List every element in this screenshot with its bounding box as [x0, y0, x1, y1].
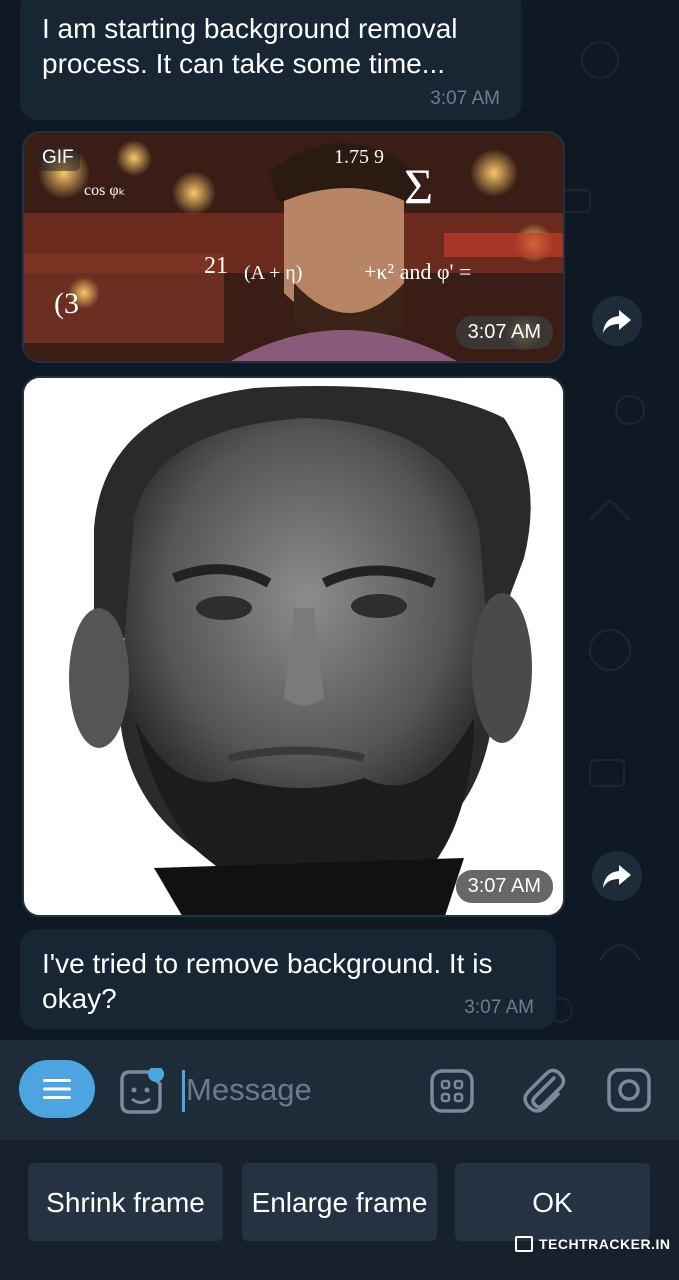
message-input[interactable]: Message: [182, 1068, 412, 1112]
camera-icon: [607, 1068, 651, 1112]
message-time: 3:07 AM: [430, 88, 500, 109]
svg-text:Σ: Σ: [404, 158, 433, 214]
message-time: 3:07 AM: [455, 316, 553, 349]
grid-icon: [430, 1069, 474, 1113]
attach-icon: [523, 1068, 566, 1113]
message-bubble[interactable]: I've tried to remove background. It is o…: [20, 929, 556, 1029]
message-text: I am starting background removal process…: [42, 13, 458, 79]
sticker-button[interactable]: [116, 1066, 164, 1116]
camera-button[interactable]: [606, 1067, 652, 1113]
menu-icon: [43, 1079, 71, 1099]
forward-button[interactable]: [592, 296, 642, 346]
bot-menu-button[interactable]: [19, 1060, 95, 1118]
shrink-frame-button[interactable]: Shrink frame: [28, 1163, 223, 1241]
gif-message[interactable]: cos φₖ 21 (A + η) +κ² and φ' = Σ (3 1.75…: [22, 131, 565, 363]
svg-text:(A + η): (A + η): [244, 262, 302, 284]
forward-button[interactable]: [592, 851, 642, 901]
svg-text:21: 21: [204, 253, 228, 279]
svg-text:cos φₖ: cos φₖ: [84, 182, 125, 199]
forward-icon: [603, 310, 631, 333]
chat-area: I am starting background removal process…: [0, 0, 679, 1040]
portrait-image: [24, 378, 563, 915]
sticker-icon: [120, 1066, 164, 1114]
bot-commands-button[interactable]: [429, 1068, 475, 1114]
message-time: 3:07 AM: [455, 870, 553, 903]
watermark-logo-icon: [515, 1236, 533, 1252]
svg-text:+κ² and φ' =: +κ² and φ' =: [364, 259, 471, 284]
gif-badge: GIF: [36, 145, 80, 171]
message-bubble[interactable]: I am starting background removal process…: [20, 0, 522, 120]
image-message[interactable]: 3:07 AM: [22, 376, 565, 917]
bot-keyboard: Shrink frame Enlarge frame OK: [0, 1140, 679, 1280]
attach-button[interactable]: [520, 1066, 566, 1116]
message-time: 3:07 AM: [464, 997, 534, 1018]
svg-text:1.75 9: 1.75 9: [334, 146, 384, 168]
svg-text:(3: (3: [54, 287, 79, 320]
ok-button[interactable]: OK: [455, 1163, 650, 1241]
message-composer: Message: [0, 1040, 679, 1140]
enlarge-frame-button[interactable]: Enlarge frame: [242, 1163, 437, 1241]
forward-icon: [603, 865, 631, 888]
watermark: TECHTRACKER.IN: [539, 1236, 671, 1252]
